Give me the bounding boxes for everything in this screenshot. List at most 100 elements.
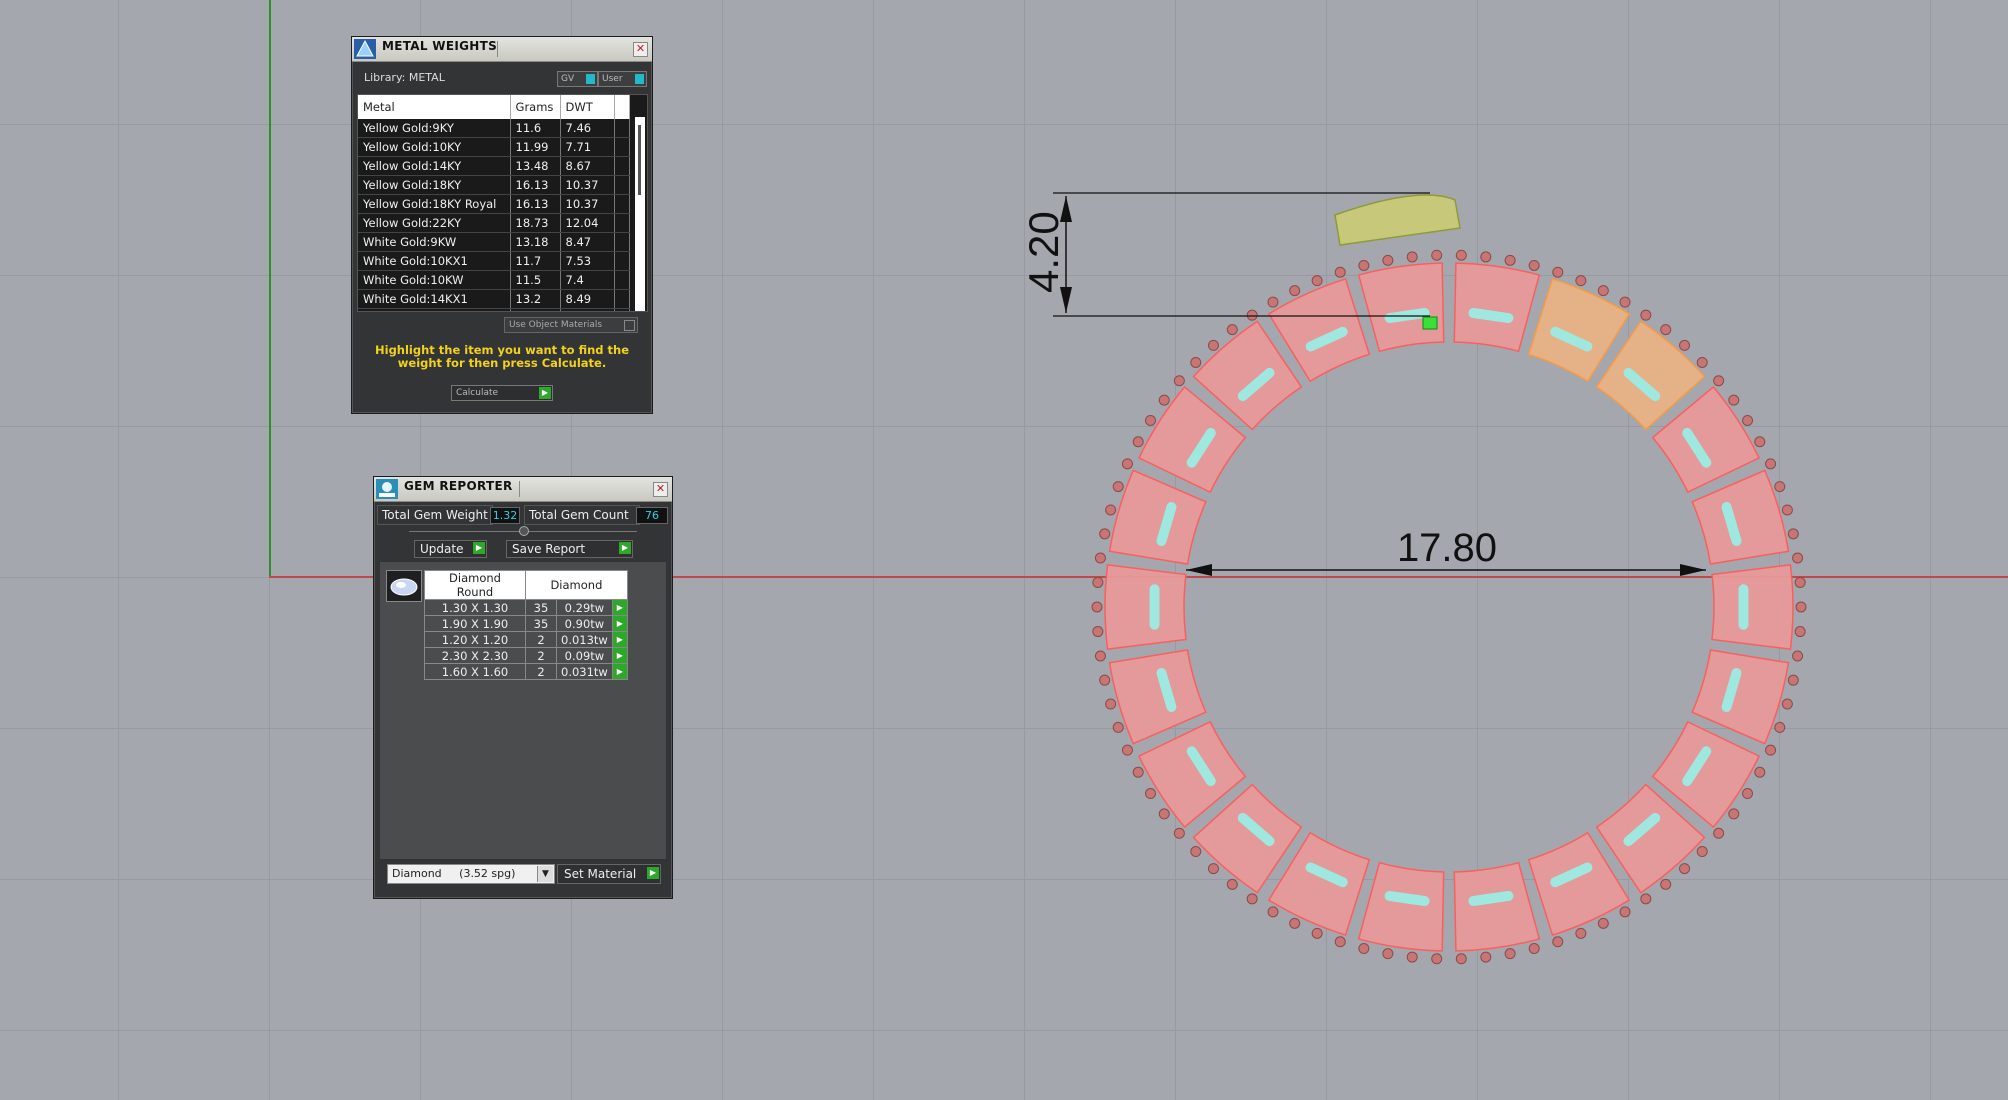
save-report-button[interactable]: Save Report ▶ — [506, 540, 633, 558]
ring-prong — [1781, 504, 1793, 516]
gem-row[interactable]: 1.60 X 1.60 2 0.031tw ▶ — [424, 663, 628, 680]
gem-row[interactable]: 1.20 X 1.20 2 0.013tw ▶ — [424, 631, 628, 648]
ring-prong — [1696, 846, 1708, 858]
3d-viewport[interactable]: 4.20 17.80 — [0, 0, 2008, 1100]
cell-spacer — [614, 232, 631, 252]
gem-cell-weight: 0.09tw — [556, 647, 613, 664]
cell-spacer — [614, 289, 631, 309]
material-select[interactable]: Diamond (3.52 spg) ▼ — [387, 864, 555, 884]
checkbox-box — [624, 320, 635, 331]
cell-grams: 13.2 — [510, 289, 561, 309]
set-material-button[interactable]: Set Material ▶ — [557, 864, 661, 884]
ring-prong — [1190, 846, 1202, 858]
gem-reporter-app-icon — [376, 479, 398, 499]
update-button[interactable]: Update ▶ — [414, 540, 487, 558]
gem-row[interactable]: 1.90 X 1.90 35 0.90tw ▶ — [424, 615, 628, 632]
cell-grams: 11.6 — [510, 119, 561, 138]
gem-slot — [1468, 890, 1514, 906]
metal-weights-app-icon — [354, 39, 376, 59]
select-gem-arrow-icon[interactable]: ▶ — [611, 599, 628, 616]
calculate-button[interactable]: Calculate ▶ — [451, 385, 553, 401]
select-gem-arrow-icon[interactable]: ▶ — [611, 663, 628, 680]
ring-prong — [1358, 259, 1370, 271]
ring-prong — [1382, 254, 1394, 266]
update-label: Update — [420, 542, 464, 556]
cell-spacer — [614, 119, 631, 138]
gem-reporter-titlebar[interactable]: GEM REPORTER ✕ — [374, 477, 672, 502]
table-row[interactable]: White Gold:10KX1 11.7 7.53 — [358, 251, 631, 271]
gem-reporter-title: GEM REPORTER — [404, 479, 513, 493]
select-gem-arrow-icon[interactable]: ▶ — [611, 631, 628, 648]
table-row[interactable]: White Gold:10KW 11.5 7.4 — [358, 270, 631, 290]
ring-prong — [1334, 266, 1346, 278]
ring-prong — [1480, 951, 1492, 963]
ring-prong — [1267, 296, 1279, 308]
ring-prong — [1765, 744, 1777, 756]
ring-prong — [1144, 414, 1156, 426]
metal-weights-titlebar[interactable]: METAL WEIGHTS ✕ — [352, 37, 652, 62]
cell-grams: 13.18 — [510, 232, 561, 252]
gem-table-header: Diamond Round Diamond — [424, 570, 628, 600]
ring-prong — [1742, 414, 1754, 426]
total-gem-weight-label: Total Gem Weight — [377, 505, 493, 525]
gem-cell-count: 35 — [525, 599, 557, 616]
gem-list[interactable]: Diamond Round Diamond 1.30 X 1.30 35 0.29t… — [379, 561, 667, 860]
table-row[interactable]: Yellow Gold:18KY Royal 16.13 10.37 — [358, 194, 631, 214]
cell-dwt: 8.67 — [560, 156, 615, 176]
table-row[interactable]: Yellow Gold:18KY 16.13 10.37 — [358, 175, 631, 195]
table-row[interactable]: Yellow Gold:10KY 11.99 7.71 — [358, 137, 631, 157]
close-icon[interactable]: ✕ — [633, 42, 648, 57]
gem-row[interactable]: 1.30 X 1.30 35 0.29tw ▶ — [424, 599, 628, 616]
play-arrow-icon: ▶ — [473, 542, 485, 554]
ring-prong — [1742, 788, 1754, 800]
close-icon[interactable]: ✕ — [653, 482, 668, 497]
total-gem-count-label: Total Gem Count — [524, 505, 640, 525]
table-row[interactable]: White Gold:14KX1 13.2 8.49 — [358, 289, 631, 309]
metal-table-scrollbar[interactable] — [635, 117, 645, 311]
cell-spacer — [614, 308, 631, 311]
ring-prong — [1226, 878, 1238, 890]
table-row[interactable]: Yellow Gold:9KY 11.6 7.46 — [358, 119, 631, 138]
dimension-height-label: 4.20 — [1020, 211, 1067, 293]
gv-toggle[interactable]: GV — [557, 71, 598, 87]
ring-prong — [1794, 626, 1806, 638]
table-row[interactable]: White Gold:9KW 13.18 8.47 — [358, 232, 631, 252]
ring-segment — [1357, 262, 1445, 353]
user-toggle[interactable]: User — [598, 71, 647, 87]
metal-weights-title: METAL WEIGHTS — [382, 39, 498, 53]
ring-prong — [1728, 808, 1740, 820]
ring-prong — [1112, 721, 1124, 733]
use-object-materials-checkbox[interactable]: Use Object Materials — [504, 317, 638, 333]
column-header-spacer — [614, 95, 631, 119]
diamond-icon — [390, 578, 418, 596]
select-gem-arrow-icon[interactable]: ▶ — [611, 647, 628, 664]
chevron-down-icon[interactable]: ▼ — [537, 866, 553, 882]
ring-segment — [1711, 564, 1794, 650]
cell-spacer — [614, 213, 631, 233]
gem-cell-weight: 0.29tw — [556, 599, 613, 616]
gem-cell-weight: 0.031tw — [556, 663, 613, 680]
column-header-dwt[interactable]: DWT — [560, 95, 615, 119]
diamond-thumbnail[interactable] — [386, 570, 422, 602]
cell-dwt: 7.4 — [560, 270, 615, 290]
ring-prong — [1246, 309, 1258, 321]
cell-spacer — [614, 194, 631, 214]
select-gem-arrow-icon[interactable]: ▶ — [611, 615, 628, 632]
table-row[interactable]: Yellow Gold:22KY 18.73 12.04 — [358, 213, 631, 233]
slider-handle[interactable] — [519, 526, 529, 536]
column-header-metal[interactable]: Metal — [358, 95, 511, 119]
ring-segment — [1453, 861, 1541, 952]
scrollbar-thumb[interactable] — [638, 125, 641, 195]
metal-table[interactable]: Metal Grams DWT Yellow Gold:9KY 11.6 7.46 Y… — [357, 94, 648, 312]
total-gem-weight-value: 1.32 — [490, 507, 520, 524]
table-row[interactable]: White Gold:14K PdW15.079.69 — [358, 308, 631, 311]
ring-prong — [1794, 576, 1806, 588]
gem-row[interactable]: 2.30 X 2.30 2 0.09tw ▶ — [424, 647, 628, 664]
cell-metal: White Gold:14KX1 — [358, 289, 511, 309]
cell-grams: 16.13 — [510, 194, 561, 214]
ring-prong — [1792, 552, 1804, 564]
gem-cell-weight: 0.90tw — [556, 615, 613, 632]
column-header-grams[interactable]: Grams — [510, 95, 561, 119]
ring-prong — [1144, 788, 1156, 800]
table-row[interactable]: Yellow Gold:14KY 13.48 8.67 — [358, 156, 631, 176]
